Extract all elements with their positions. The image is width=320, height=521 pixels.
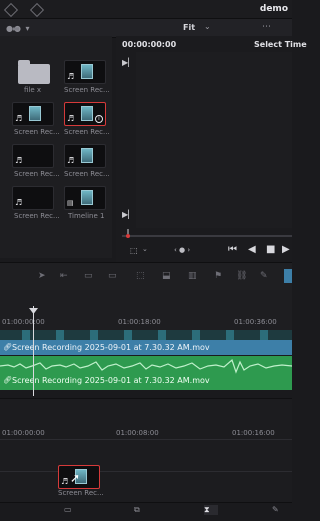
crop-icon[interactable]: ⬚ [130, 246, 138, 255]
video-thumbnail-icon [81, 106, 93, 121]
selection-tool-icon[interactable]: ➤ [38, 271, 46, 281]
link-icon: 🔗︎ [3, 376, 12, 384]
skip-start-icon[interactable]: ⏮ [228, 244, 237, 255]
play-icon[interactable]: ▶ [282, 244, 290, 255]
selected-timeline-label: Select Time [254, 40, 307, 49]
project-name: demo [259, 4, 288, 14]
snapping-toggle[interactable] [284, 269, 292, 283]
music-note-icon: ♬ [15, 114, 23, 123]
media-item-thumbnail-selected[interactable]: ♬ i [64, 102, 106, 126]
zoom-fit-select[interactable]: Fit [183, 23, 195, 32]
timeline-ruler[interactable]: 01:00:00:00 01:00:18:00 01:00:36:00 [0, 290, 292, 330]
stop-icon[interactable]: ■ [266, 244, 275, 255]
media-page-icon[interactable]: ▭ [64, 505, 78, 515]
video-clip-title: Screen Recording 2025-09-01 at 7.30.32 A… [12, 343, 210, 352]
ruler-timecode: 01:00:36:00 [234, 318, 277, 326]
music-note-icon: ♬ [61, 477, 69, 486]
media-item-thumbnail[interactable]: ♬ [64, 144, 106, 168]
viewer-timecode: 00:00:00:00 [122, 40, 177, 49]
ellipsis-icon[interactable]: ⋯ [262, 22, 271, 32]
music-note-icon: ♬ [67, 156, 75, 165]
link-icon: 🔗︎ [3, 343, 12, 351]
audio-waveform [0, 358, 292, 374]
cursor-icon: ➚ [70, 471, 81, 485]
edit-page-icon[interactable]: ⧗ [204, 505, 218, 515]
info-icon[interactable]: i [95, 115, 103, 123]
list-view-icon[interactable]: ▬ [12, 24, 20, 33]
media-item-label: Screen Rec... [14, 128, 60, 136]
edit-toolbar: ➤ ⇤ ▭ ▭ ⬚ ⬓ ▥ ⚑ ⛓ ✎ [0, 262, 292, 292]
media-item-label: Screen Rec... [64, 128, 110, 136]
media-item-thumbnail[interactable]: ▤ [64, 186, 106, 210]
transport-controls: ⬚ ⌄ ‹ ● › ⏮ ◀ ■ ▶ [122, 240, 292, 262]
viewer-canvas[interactable] [136, 52, 292, 228]
ruler-timecode: 01:00:18:00 [118, 318, 161, 326]
replace-icon[interactable]: ⬚ [136, 271, 145, 281]
ruler-timecode: 01:00:08:00 [116, 429, 159, 437]
media-item-label: file x [24, 86, 42, 94]
media-item-label: Screen Rec... [64, 170, 110, 178]
append-icon[interactable]: ▥ [188, 271, 197, 281]
overwrite-icon[interactable]: ▭ [108, 271, 117, 281]
jog-icon[interactable]: ‹ ● › [174, 246, 190, 254]
ruler-timecode: 01:00:16:00 [232, 429, 275, 437]
video-thumbnail-icon [81, 148, 93, 163]
ruler-timecode: 01:00:00:00 [2, 318, 45, 326]
chevron-down-icon[interactable]: ⌄ [204, 22, 211, 31]
music-note-icon: ♬ [67, 72, 75, 81]
viewer-toolbar: ●● ▾ ▬ Fit ⌄ ⋯ [0, 18, 292, 38]
media-item-thumbnail[interactable]: ♬ [12, 102, 54, 126]
audio-clip-title: Screen Recording 2025-09-01 at 7.30.32 A… [12, 376, 210, 385]
media-item-label: Screen Rec... [14, 170, 60, 178]
trim-tool-icon[interactable]: ⇤ [60, 271, 68, 281]
fusion-page-icon[interactable]: ✎ [272, 505, 286, 515]
media-item-label: Timeline 1 [68, 212, 105, 220]
timeline-icon: ▤ [67, 199, 74, 207]
media-item-thumbnail[interactable]: ♬ [12, 186, 54, 210]
media-item-thumbnail[interactable]: ♬ [64, 60, 106, 84]
cut-page-icon[interactable]: ⧉ [134, 505, 148, 515]
media-item-label: Screen Rec... [14, 212, 60, 220]
insert-icon[interactable]: ▭ [84, 271, 93, 281]
diamond-icon[interactable] [29, 2, 45, 18]
place-on-top-icon[interactable]: ⬓ [162, 271, 171, 281]
marker-icon[interactable]: ✎ [260, 271, 268, 281]
media-item-thumbnail[interactable]: ♬ [12, 144, 54, 168]
music-note-icon: ♬ [67, 114, 75, 123]
flag-icon[interactable]: ⚑ [214, 271, 222, 281]
play-marker-icon[interactable]: ▶▏ [122, 58, 134, 67]
media-pool: file x ♬ Screen Rec... ♬ Screen Rec... ♬… [0, 36, 112, 258]
media-item-label: Screen Rec... [64, 86, 110, 94]
video-clip[interactable]: 🔗︎ Screen Recording 2025-09-01 at 7.30.3… [0, 340, 292, 355]
music-note-icon: ♬ [15, 198, 23, 207]
video-thumbnail-icon [81, 64, 93, 79]
chevron-down-icon[interactable]: ⌄ [142, 245, 148, 253]
video-thumbnail-icon [81, 190, 93, 205]
title-bar: demo [0, 0, 292, 18]
diamond-icon[interactable] [3, 2, 19, 18]
music-note-icon: ♬ [15, 156, 23, 165]
step-back-icon[interactable]: ◀ [248, 244, 256, 255]
video-thumbnail-icon [29, 106, 41, 121]
lower-timeline: 01:00:00:00 01:00:08:00 01:00:16:00 ♬ Sc… [0, 398, 292, 503]
playhead[interactable] [33, 306, 34, 396]
folder-icon[interactable] [18, 60, 50, 84]
dragged-clip-label: Screen Rec... [58, 489, 104, 497]
viewer-scrubber[interactable] [122, 228, 292, 240]
link-icon[interactable]: ⛓ [236, 271, 247, 281]
video-filmstrip [0, 330, 292, 340]
play-marker-icon[interactable]: ▶▏ [122, 210, 134, 219]
ruler-timecode: 01:00:00:00 [2, 429, 45, 437]
